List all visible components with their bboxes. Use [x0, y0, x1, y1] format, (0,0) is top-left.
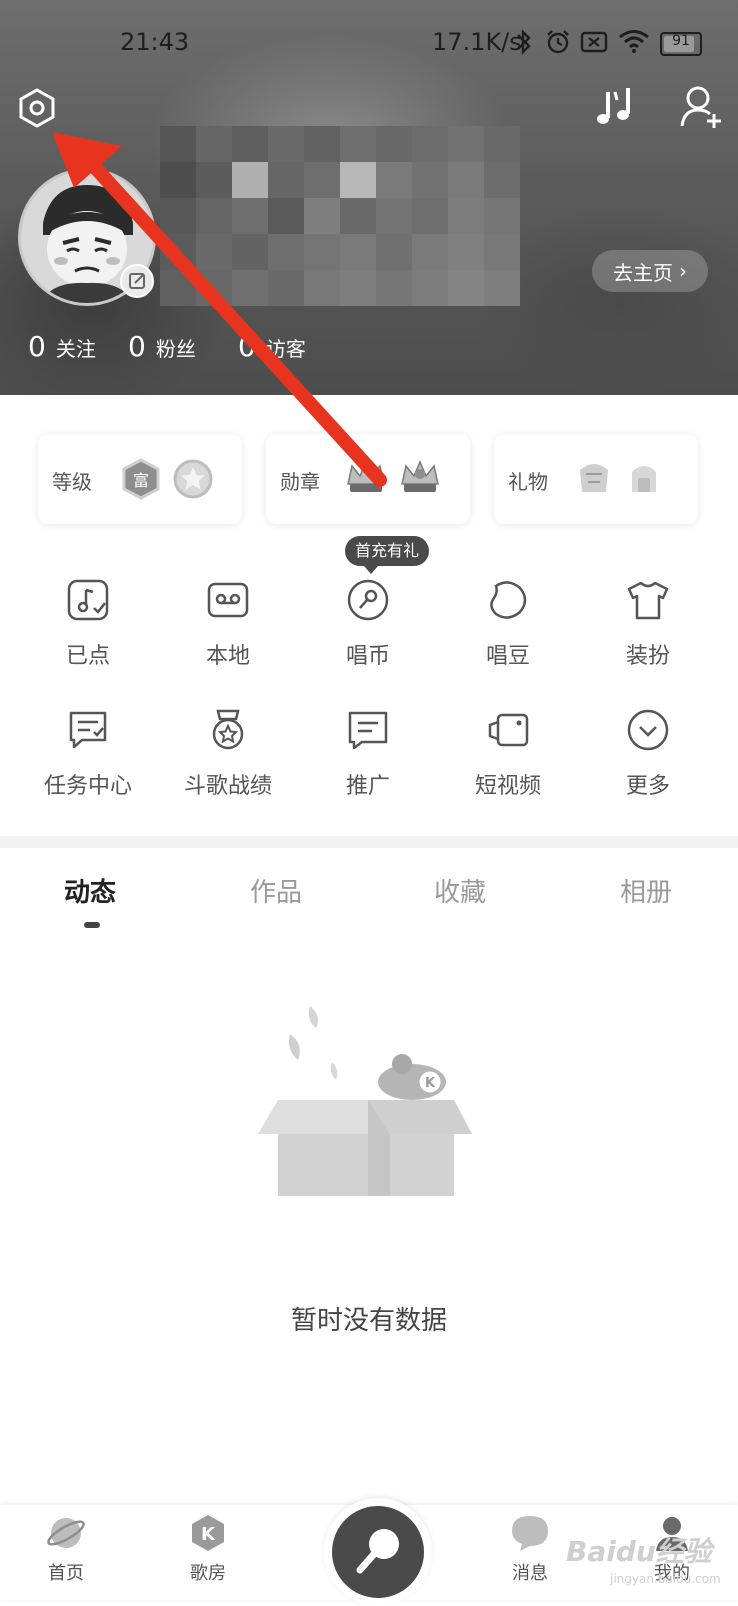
chat-bubble-icon	[512, 1516, 548, 1551]
task-icon	[69, 711, 107, 749]
grid-label-short-video: 短视频	[474, 774, 541, 799]
tab-album[interactable]: 相册	[620, 872, 672, 909]
nav-k-room-label: 歌房	[190, 1563, 226, 1584]
grid-label-promote: 推广	[345, 774, 390, 799]
empty-box-illustration: K	[258, 1006, 472, 1196]
grid-item-battle-record[interactable]: 斗歌战绩	[158, 708, 298, 818]
grid-label-requested: 已点	[65, 644, 110, 669]
grid-label-coins: 唱币	[345, 644, 390, 669]
video-icon	[488, 713, 529, 747]
tab-works[interactable]: 作品	[250, 872, 302, 909]
grid-item-short-video[interactable]: 短视频	[438, 708, 578, 818]
planet-icon	[47, 1518, 85, 1548]
watermark: Baidu经验	[566, 1535, 712, 1568]
microphone-icon	[356, 1529, 399, 1574]
section-divider	[0, 836, 738, 848]
annotation-arrow	[52, 132, 387, 487]
empty-state-text: 暂时没有数据	[290, 1306, 447, 1336]
watermark-url: jingyan.baidu.com	[610, 1572, 721, 1586]
grid-item-task-center[interactable]: 任务中心	[18, 708, 158, 818]
svg-text:K: K	[201, 1524, 216, 1545]
tab-favorites[interactable]: 收藏	[434, 872, 486, 909]
grid-label-beans: 唱豆	[485, 644, 530, 669]
grid-label-task-center: 任务中心	[43, 774, 132, 799]
svg-text:K: K	[425, 1076, 436, 1091]
grid-item-promote[interactable]: 推广	[298, 708, 438, 818]
grid-label-more: 更多	[625, 774, 670, 799]
nav-home-label: 首页	[48, 1563, 84, 1584]
k-room-icon: K	[192, 1515, 224, 1551]
grid-label-outfit: 装扮	[625, 644, 670, 669]
grid-label-battle-record: 斗歌战绩	[183, 774, 272, 799]
sing-button[interactable]	[324, 1498, 432, 1606]
grid-item-more[interactable]: 更多	[578, 708, 718, 818]
medal-icon	[212, 709, 244, 750]
message-icon	[348, 711, 388, 750]
tab-feed[interactable]: 动态	[64, 872, 116, 909]
tab-indicator	[84, 922, 100, 928]
grid-label-local: 本地	[205, 644, 250, 669]
chevron-circle-icon	[627, 709, 669, 751]
